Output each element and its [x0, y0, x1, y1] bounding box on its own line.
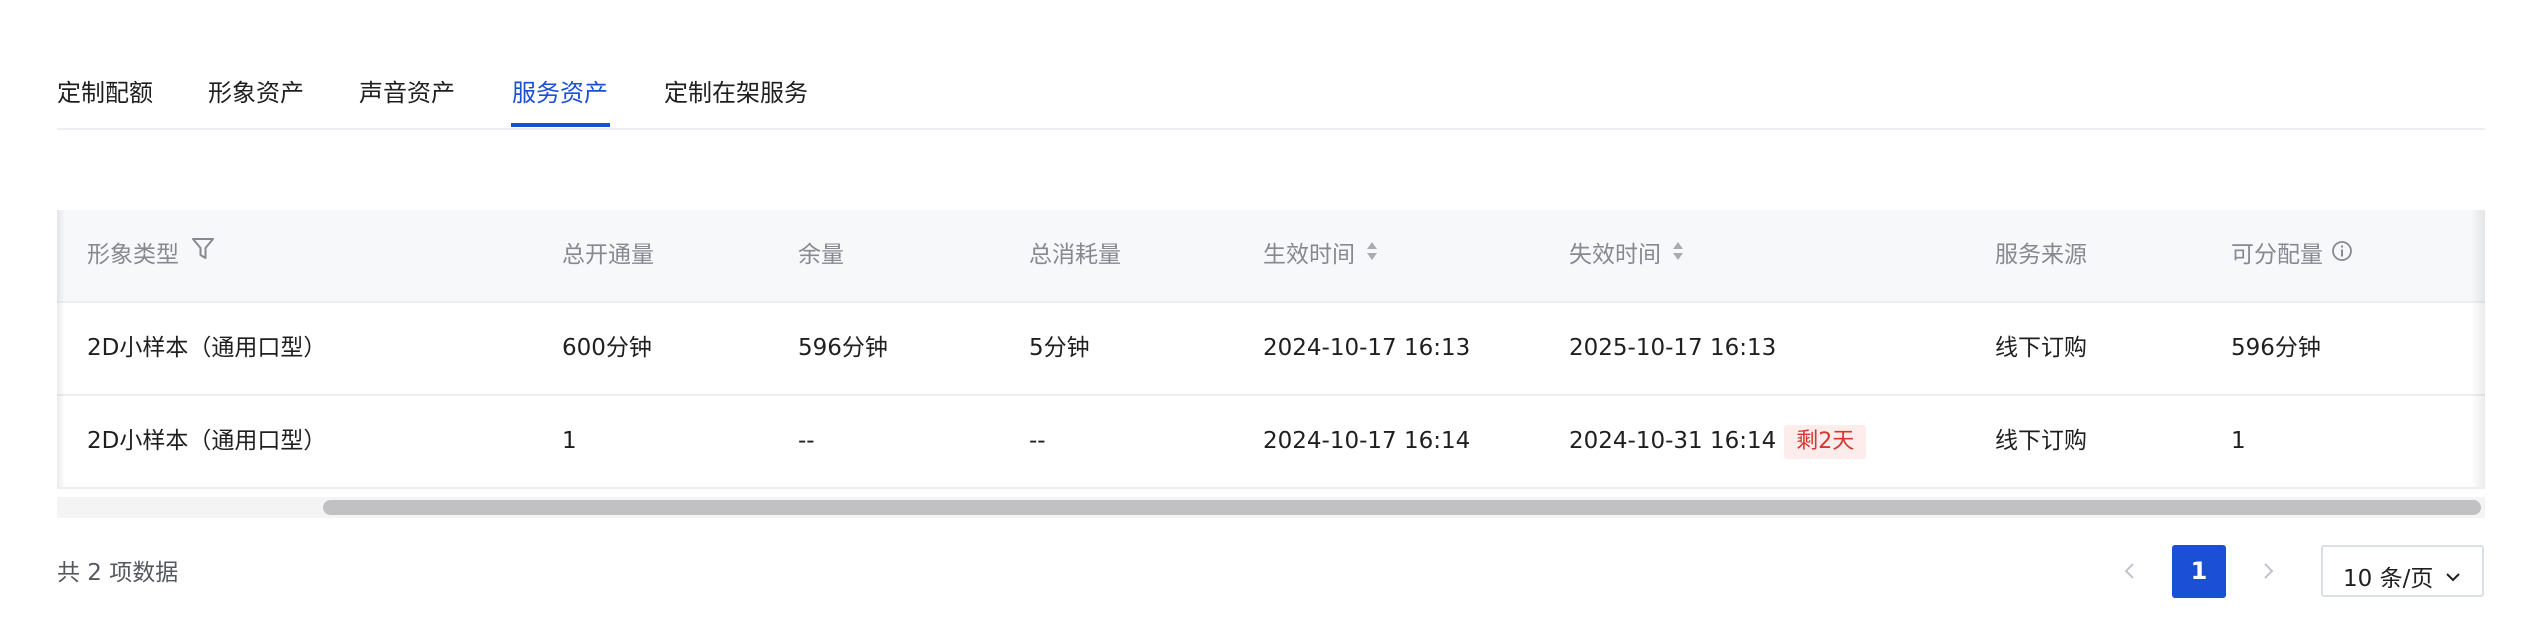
table-row: 2D小样本（通用口型） 600分钟 596分钟 5分钟 2024-10-17 1… — [57, 303, 2485, 396]
scrollbar-thumb[interactable] — [323, 500, 2481, 515]
scroll-shadow-left — [57, 210, 65, 487]
column-header-remaining: 余量 — [798, 242, 844, 268]
cell-start-time: 2024-10-17 16:13 — [1263, 335, 1471, 361]
cell-remaining: 596分钟 — [798, 335, 888, 361]
cell-end-time: 2024-10-31 16:14 剩2天 — [1569, 396, 1867, 487]
tab-voice-assets[interactable]: 声音资产 — [359, 73, 455, 108]
cell-consumed: 5分钟 — [1029, 335, 1090, 361]
cell-allocatable: 596分钟 — [2231, 335, 2321, 361]
tab-bar: 定制配额 形象资产 声音资产 服务资产 定制在架服务 — [57, 60, 2485, 130]
table-header: 形象类型 总开通量 余量 总消耗量 生效时间 失效时间 服务来源 可分配量 — [57, 210, 2485, 303]
filter-icon[interactable] — [191, 210, 215, 301]
cell-allocatable: 1 — [2231, 428, 2246, 454]
chevron-down-icon — [2444, 564, 2462, 590]
tab-service-assets[interactable]: 服务资产 — [512, 73, 608, 108]
scroll-shadow-right — [2471, 210, 2485, 487]
column-header-allocatable: 可分配量 — [2231, 210, 2353, 301]
column-header-source: 服务来源 — [1995, 242, 2087, 268]
expiry-warning-badge: 剩2天 — [1784, 424, 1867, 459]
cell-total: 600分钟 — [562, 335, 652, 361]
column-header-total: 总开通量 — [562, 242, 654, 268]
service-assets-table: 形象类型 总开通量 余量 总消耗量 生效时间 失效时间 服务来源 可分配量 2D… — [57, 210, 2485, 518]
horizontal-scrollbar[interactable] — [57, 497, 2485, 518]
tab-custom-active-services[interactable]: 定制在架服务 — [664, 73, 808, 108]
cell-source: 线下订购 — [1995, 335, 2087, 361]
table-row: 2D小样本（通用口型） 1 -- -- 2024-10-17 16:14 202… — [57, 396, 2485, 489]
chevron-left-icon[interactable] — [2118, 553, 2142, 589]
page-button-1[interactable]: 1 — [2172, 545, 2226, 598]
total-count: 共 2 项数据 — [57, 560, 179, 586]
chevron-right-icon[interactable] — [2256, 553, 2280, 589]
tab-custom-quota[interactable]: 定制配额 — [57, 73, 153, 108]
cell-end-time: 2025-10-17 16:13 — [1569, 335, 1777, 361]
info-icon[interactable] — [2331, 210, 2353, 301]
cell-remaining: -- — [798, 428, 815, 454]
end-time-value: 2024-10-31 16:14 — [1569, 428, 1777, 454]
tab-avatar-assets[interactable]: 形象资产 — [208, 73, 304, 108]
page-size-select[interactable]: 10 条/页 — [2321, 545, 2484, 597]
sort-icon[interactable] — [1671, 210, 1685, 301]
column-header-avatar-type: 形象类型 — [87, 210, 215, 301]
cell-source: 线下订购 — [1995, 428, 2087, 454]
page-size-label: 10 条/页 — [2343, 566, 2434, 592]
column-header-consumed: 总消耗量 — [1029, 242, 1121, 268]
cell-start-time: 2024-10-17 16:14 — [1263, 428, 1471, 454]
column-header-label: 失效时间 — [1569, 242, 1661, 268]
cell-consumed: -- — [1029, 428, 1046, 454]
cell-avatar-type: 2D小样本（通用口型） — [87, 428, 327, 454]
active-tab-indicator — [511, 123, 610, 127]
cell-total: 1 — [562, 428, 577, 454]
column-header-end-time[interactable]: 失效时间 — [1569, 210, 1685, 301]
column-header-label: 形象类型 — [87, 242, 179, 268]
sort-icon[interactable] — [1365, 210, 1379, 301]
column-header-label: 生效时间 — [1263, 242, 1355, 268]
column-header-label: 可分配量 — [2231, 242, 2323, 268]
cell-avatar-type: 2D小样本（通用口型） — [87, 335, 327, 361]
column-header-start-time[interactable]: 生效时间 — [1263, 210, 1379, 301]
